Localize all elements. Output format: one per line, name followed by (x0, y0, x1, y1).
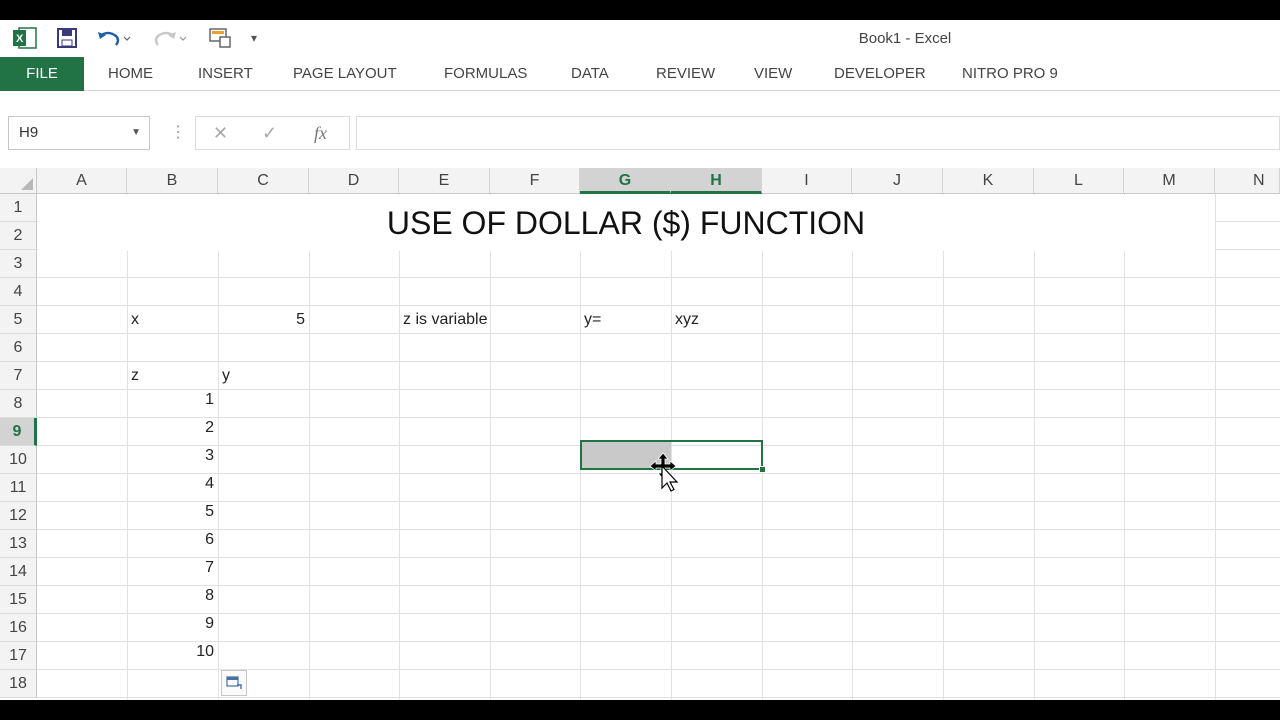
cell-b16[interactable]: 10 (127, 638, 214, 666)
formula-bar-area: H9 ▼ ⋮ ✕ ✓ fx (0, 92, 1280, 168)
row-header-12[interactable]: 12 (0, 502, 37, 530)
column-header-b[interactable]: B (127, 168, 218, 194)
gridline (37, 613, 1280, 614)
gridline (399, 194, 400, 700)
row-header-13[interactable]: 13 (0, 530, 37, 558)
row-header-4[interactable]: 4 (0, 278, 37, 306)
row-header-2[interactable]: 2 (0, 222, 37, 250)
row-header-8[interactable]: 8 (0, 390, 37, 418)
row-header-17[interactable]: 17 (0, 642, 37, 670)
auto-fill-icon (226, 676, 242, 689)
row-header-5[interactable]: 5 (0, 306, 37, 334)
row-header-14[interactable]: 14 (0, 558, 37, 586)
gridline (37, 585, 1280, 586)
column-header-f[interactable]: F (490, 168, 580, 194)
cell-g4[interactable]: y= (584, 306, 601, 334)
column-header-h[interactable]: H (671, 168, 762, 194)
row-header-7[interactable]: 7 (0, 362, 37, 390)
row-header-1[interactable]: 1 (0, 194, 37, 222)
select-all-button[interactable] (0, 168, 37, 194)
gridline (37, 277, 1280, 278)
formula-input[interactable] (356, 116, 1280, 150)
row-header-9[interactable]: 9 (0, 418, 37, 446)
tab-view[interactable]: VIEW (754, 57, 792, 91)
row-header-6[interactable]: 6 (0, 334, 37, 362)
tab-nitro-pro[interactable]: NITRO PRO 9 (962, 57, 1058, 91)
row-header-16[interactable]: 16 (0, 614, 37, 642)
worksheet-grid[interactable]: A B C D E F G H I J K L M N 1 2 3 4 5 6 … (0, 168, 1280, 700)
row-header-18[interactable]: 18 (0, 670, 37, 698)
row-header-10[interactable]: 10 (0, 446, 37, 474)
column-header-l[interactable]: L (1034, 168, 1124, 194)
cell-e4[interactable]: z is variable (403, 306, 487, 334)
vertical-dots-icon[interactable]: ⋮ (170, 122, 186, 142)
tab-home[interactable]: HOME (108, 57, 153, 91)
tab-review[interactable]: REVIEW (656, 57, 715, 91)
move-cursor-icon (648, 452, 682, 497)
cell-b13[interactable]: 7 (127, 554, 214, 582)
tab-insert[interactable]: INSERT (198, 57, 253, 91)
row-header-11[interactable]: 11 (0, 474, 37, 502)
excel-window: X ▾ Book1 - Excel FILE HOME INSERT PAGE … (0, 20, 1280, 700)
gridline (1034, 194, 1035, 700)
gridline (37, 557, 1280, 558)
gridline (37, 529, 1280, 530)
cell-b11[interactable]: 5 (127, 498, 214, 526)
quick-access-toolbar: X ▾ Book1 - Excel (0, 20, 1280, 56)
cell-b9[interactable]: 3 (127, 442, 214, 470)
gridline (37, 641, 1280, 642)
column-header-c[interactable]: C (218, 168, 309, 194)
gridline (218, 194, 219, 700)
gridline (852, 194, 853, 700)
column-header-i[interactable]: I (762, 168, 852, 194)
gridline (37, 501, 1280, 502)
window-title: Book1 - Excel (858, 30, 952, 47)
column-header-m[interactable]: M (1124, 168, 1215, 194)
tab-developer[interactable]: DEVELOPER (834, 57, 926, 91)
gridline (1124, 194, 1125, 700)
fill-handle[interactable] (759, 466, 766, 473)
cell-b15[interactable]: 9 (127, 610, 214, 638)
gridline (490, 194, 491, 700)
column-header-g[interactable]: G (580, 168, 671, 194)
cell-c6[interactable]: y (222, 362, 230, 390)
column-header-e[interactable]: E (399, 168, 490, 194)
gridline (943, 194, 944, 700)
gridline (1215, 194, 1216, 700)
cell-b8[interactable]: 2 (127, 414, 214, 442)
cell-b14[interactable]: 8 (127, 582, 214, 610)
cancel-icon[interactable]: ✕ (213, 117, 228, 149)
name-box[interactable]: H9 ▼ (8, 116, 150, 150)
formula-buttons: ✕ ✓ fx (195, 116, 350, 150)
ribbon-tabs: FILE HOME INSERT PAGE LAYOUT FORMULAS DA… (0, 57, 1280, 91)
tab-formulas[interactable]: FORMULAS (444, 57, 527, 91)
cell-b4[interactable]: x (131, 306, 139, 334)
enter-icon[interactable]: ✓ (262, 117, 277, 149)
tab-data[interactable]: DATA (571, 57, 609, 91)
gridline (309, 194, 310, 700)
column-header-n[interactable]: N (1215, 168, 1280, 194)
insert-function-icon[interactable]: fx (314, 117, 327, 149)
cell-c4[interactable]: 5 (218, 306, 305, 334)
tab-page-layout[interactable]: PAGE LAYOUT (293, 57, 397, 91)
name-box-value: H9 (19, 124, 39, 141)
cell-h4[interactable]: xyz (675, 306, 699, 334)
cell-b7[interactable]: 1 (127, 386, 214, 414)
column-header-j[interactable]: J (852, 168, 943, 194)
row-header-15[interactable]: 15 (0, 586, 37, 614)
column-header-d[interactable]: D (309, 168, 399, 194)
cell-b12[interactable]: 6 (127, 526, 214, 554)
sheet-title: USE OF DOLLAR ($) FUNCTION (386, 205, 866, 241)
chevron-down-icon[interactable]: ▼ (131, 117, 141, 149)
tab-file[interactable]: FILE (0, 57, 84, 91)
gridline (37, 697, 1280, 698)
row-header-3[interactable]: 3 (0, 250, 37, 278)
column-header-k[interactable]: K (943, 168, 1034, 194)
auto-fill-options-button[interactable] (221, 670, 247, 696)
gridline (37, 417, 1280, 418)
cell-b10[interactable]: 4 (127, 470, 214, 498)
column-header-a[interactable]: A (37, 168, 127, 194)
